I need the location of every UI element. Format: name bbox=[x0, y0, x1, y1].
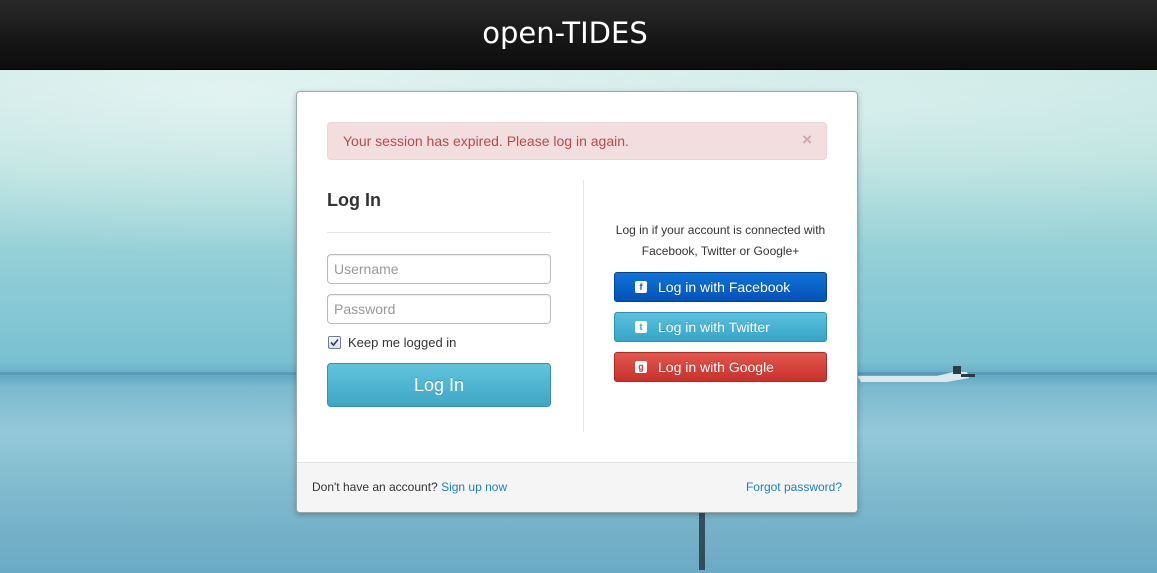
twitter-icon: t bbox=[635, 321, 647, 333]
login-title: Log In bbox=[327, 190, 381, 210]
twitter-login-button[interactable]: t Log in with Twitter bbox=[614, 312, 827, 342]
remember-me-row[interactable]: Keep me logged in bbox=[327, 335, 551, 350]
facebook-login-button[interactable]: f Log in with Facebook bbox=[614, 272, 827, 302]
username-input[interactable] bbox=[327, 254, 551, 284]
remember-me-label: Keep me logged in bbox=[348, 335, 457, 350]
login-form: Log In Keep me logged in Log In bbox=[327, 187, 551, 407]
boat-silhouette bbox=[857, 366, 975, 382]
login-button[interactable]: Log In bbox=[327, 363, 551, 407]
divider-line bbox=[327, 232, 551, 233]
google-icon: g bbox=[635, 361, 647, 373]
facebook-icon: f bbox=[635, 281, 647, 293]
login-panel: Your session has expired. Please log in … bbox=[296, 91, 858, 513]
checkmark-icon bbox=[330, 338, 339, 347]
facebook-login-label: Log in with Facebook bbox=[658, 279, 791, 295]
alert-message: Your session has expired. Please log in … bbox=[343, 133, 629, 149]
google-login-label: Log in with Google bbox=[658, 359, 774, 375]
login-footer: Don't have an account? Sign up now Forgo… bbox=[297, 462, 857, 512]
signup-row: Don't have an account? Sign up now bbox=[312, 480, 507, 494]
google-login-button[interactable]: g Log in with Google bbox=[614, 352, 827, 382]
twitter-login-label: Log in with Twitter bbox=[658, 319, 770, 335]
person-reflection bbox=[699, 510, 705, 570]
signup-link[interactable]: Sign up now bbox=[441, 480, 507, 494]
signup-prompt: Don't have an account? bbox=[312, 480, 438, 494]
site-logo[interactable]: open-TIDES bbox=[0, 16, 1130, 50]
forgot-password-link[interactable]: Forgot password? bbox=[746, 480, 842, 494]
social-login-note: Log in if your account is connected with… bbox=[615, 223, 826, 258]
top-bar: open-TIDES bbox=[0, 0, 1157, 70]
social-login: Log in if your account is connected with… bbox=[614, 220, 827, 382]
close-icon[interactable]: × bbox=[802, 122, 812, 158]
session-expired-alert: Your session has expired. Please log in … bbox=[327, 122, 827, 160]
forgot-password-row: Forgot password? bbox=[746, 480, 842, 494]
remember-me-checkbox[interactable] bbox=[328, 336, 341, 349]
column-divider bbox=[583, 180, 584, 432]
password-input[interactable] bbox=[327, 294, 551, 324]
